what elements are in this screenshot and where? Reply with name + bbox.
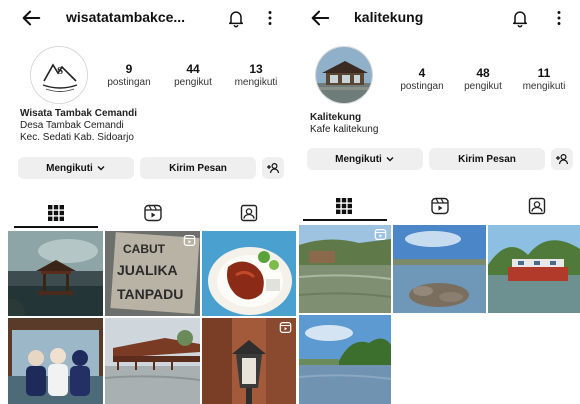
add-person-icon [556,153,569,165]
grid-post[interactable] [8,318,103,404]
followers-count: 44 [186,62,200,76]
sign-text-line3: TANPADU [117,286,183,302]
avatar[interactable]: S [30,46,88,104]
bio-line-1: Kafe kalitekung [310,124,379,135]
reel-badge-icon [183,235,196,246]
add-person-button[interactable] [262,157,284,179]
grid-post[interactable] [299,225,391,313]
grid-icon[interactable] [46,203,66,223]
following-button-label: Mengikuti [46,162,93,174]
posts-count: 4 [418,66,426,80]
post-image-lake-rocks [393,225,486,313]
bio: Wisata Tambak Cemandi Desa Tambak Cemand… [20,108,137,144]
profile-panel-left: wisatatambakce... S 9 postingan 44 pengi… [0,0,298,404]
avatar[interactable] [315,46,373,104]
stat-followers[interactable]: 48 pengikut [457,66,509,93]
bio: Kalitekung Kafe kalitekung [310,112,378,136]
stat-following[interactable]: 13 mengikuti [228,62,284,89]
chevron-down-icon [97,166,105,171]
tab-bar [299,192,580,221]
profile-header: wisatatambakce... [0,0,298,36]
followers-label: pengikut [174,77,212,88]
message-button-label: Kirim Pesan [458,153,516,165]
posts-label: postingan [107,77,151,88]
bell-icon[interactable] [226,7,246,29]
followers-count: 48 [476,66,490,80]
profile-panel-right: kalitekung 4 postingan 48 pengikut 11 me… [299,0,580,404]
back-arrow-icon[interactable] [309,7,331,29]
following-label: mengikuti [234,77,278,88]
bio-line-2: Kec. Sedati Kab. Sidoarjo [20,132,134,143]
posts-count: 9 [125,62,133,76]
followers-label: pengikut [464,81,502,92]
avatar-image-cafe [316,47,372,103]
grid-post[interactable]: CABUT JUALIKA TANPADU [105,231,200,316]
grid-post[interactable] [202,318,296,404]
username-title: wisatatambakce... [66,9,186,25]
tagged-icon[interactable] [239,203,259,223]
add-person-button[interactable] [551,148,573,170]
reels-icon[interactable] [143,203,163,223]
post-image-gazebo [8,231,103,316]
following-label: mengikuti [522,81,566,92]
tagged-icon[interactable] [527,196,547,216]
post-image-pier [105,318,200,404]
grid-post[interactable] [299,315,391,404]
sign-text-line1: CABUT [123,242,166,256]
reels-icon[interactable] [430,196,450,216]
grid-post[interactable] [202,231,296,316]
add-person-icon [267,162,280,174]
more-icon[interactable] [264,7,276,29]
sign-text-line2: JUALIKA [117,262,178,278]
post-image-people [8,318,103,404]
username-title: kalitekung [354,9,424,25]
svg-text:S: S [57,65,63,77]
following-button[interactable]: Mengikuti [307,148,423,170]
active-tab-indicator [303,219,387,221]
post-image-riverbank [299,315,391,404]
more-icon[interactable] [553,7,565,29]
stat-posts[interactable]: 4 postingan [395,66,449,93]
grid-icon[interactable] [334,196,354,216]
post-image-food [202,231,296,316]
bio-name: Wisata Tambak Cemandi [20,108,137,119]
bell-icon[interactable] [510,7,530,29]
following-count: 13 [249,62,263,76]
grid-post[interactable] [8,231,103,316]
following-count: 11 [537,66,551,80]
bio-line-1: Desa Tambak Cemandi [20,120,124,131]
back-arrow-icon[interactable] [20,7,42,29]
stat-followers[interactable]: 44 pengikut [168,62,218,89]
grid-post[interactable] [105,318,200,404]
profile-header: kalitekung [299,0,580,36]
grid-post[interactable] [393,225,486,313]
logo-icon: S [31,47,87,103]
active-tab-indicator [14,226,98,228]
following-button-label: Mengikuti [335,153,382,165]
stat-following[interactable]: 11 mengikuti [515,66,573,93]
reel-badge-icon [374,229,387,240]
following-button[interactable]: Mengikuti [18,157,134,179]
chevron-down-icon [386,157,394,162]
grid-post[interactable] [488,225,580,313]
stat-posts[interactable]: 9 postingan [104,62,154,89]
message-button[interactable]: Kirim Pesan [140,157,256,179]
tab-bar [0,199,298,228]
reel-badge-icon [279,322,292,333]
post-image-boat [488,225,580,313]
bio-name: Kalitekung [310,112,362,123]
message-button[interactable]: Kirim Pesan [429,148,545,170]
posts-label: postingan [400,81,444,92]
message-button-label: Kirim Pesan [169,162,227,174]
